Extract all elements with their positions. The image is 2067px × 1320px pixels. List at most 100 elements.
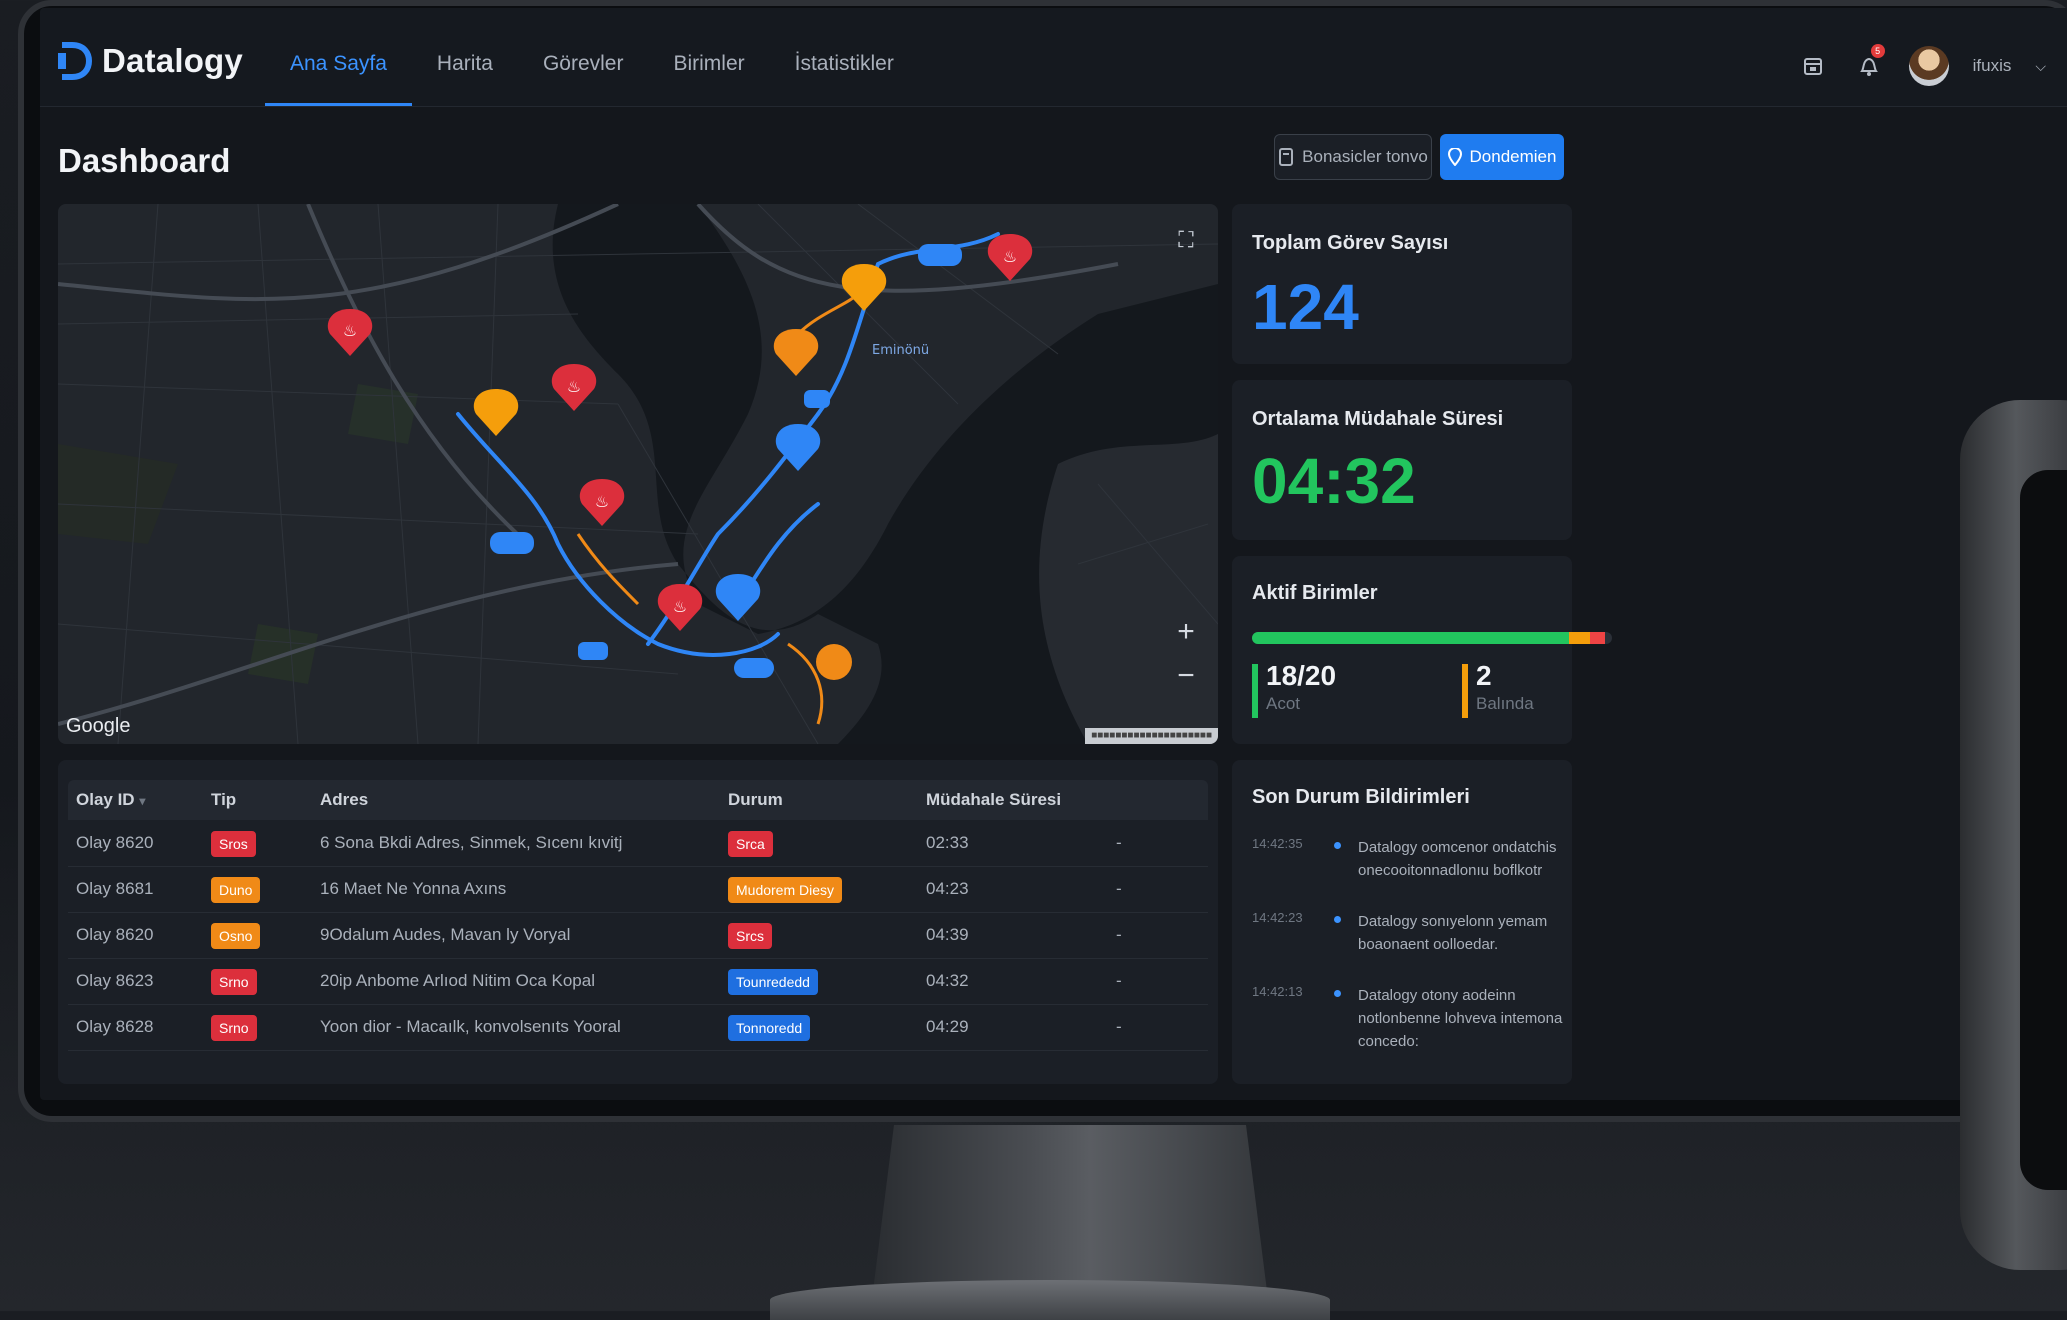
chevron-down-icon[interactable]: ⌵: [2035, 58, 2046, 75]
incident-status: Srcs: [728, 912, 772, 958]
busy-units-sublabel: Balında: [1476, 694, 1534, 713]
document-icon: [1279, 148, 1294, 166]
header-actions: 5 ifuxis ⌵: [1797, 44, 2067, 86]
units-offline-segment: [1590, 632, 1605, 644]
sort-icon: ▾: [139, 794, 146, 808]
busy-indicator: [1462, 664, 1468, 718]
notification-item[interactable]: 14:42:13 Datalogy otony aodeinn notlonbe…: [1252, 984, 1572, 1064]
type-badge: Osno: [211, 922, 261, 949]
status-badge: Tounrededd: [728, 968, 818, 995]
calendar-icon[interactable]: [1797, 50, 1829, 82]
notification-time: 14:42:13: [1252, 984, 1303, 999]
table-row[interactable]: Olay 8681 Duno 16 Maet Ne Yonna Axıns Mudor…: [68, 866, 1208, 913]
incident-address: 6 Sona Bkdi Adres, Sinmek, Sıcenı kıvitj: [320, 833, 623, 852]
col-type[interactable]: Tip: [211, 780, 236, 820]
incident-status: Srca: [728, 820, 773, 866]
type-badge: Duno: [211, 876, 261, 903]
location-pin-icon: [1447, 148, 1462, 166]
unit-vehicle-marker: [918, 244, 962, 266]
nav-item-home[interactable]: Ana Sayfa: [265, 8, 412, 106]
unit-vehicle-marker: [804, 390, 830, 408]
secondary-action-label: Bonasicler tonvo: [1302, 147, 1428, 166]
active-units-sublabel: Acot: [1266, 694, 1301, 713]
brand-logo[interactable]: Datalogy: [58, 42, 243, 80]
avg-response-label: Ortalama Müdahale Süresi: [1252, 408, 1504, 430]
table-row[interactable]: Olay 8620 Osno 9Odalum Audes, Mavan ly Vor…: [68, 912, 1208, 959]
unit-vehicle-marker: [490, 532, 534, 554]
table-header: Olay ID ▾ Tip Adres Durum Müdahale Süres…: [68, 780, 1208, 820]
active-units-label: Aktif Birimler: [1252, 582, 1378, 604]
brand-name: Datalogy: [102, 42, 243, 79]
col-address[interactable]: Adres: [320, 780, 368, 820]
status-notifications-card: Son Durum Bildirimleri 14:42:35 Datalogy…: [1232, 760, 1572, 1084]
units-progress-bar: [1252, 632, 1612, 644]
unit-vehicle-marker: [578, 642, 608, 660]
main-nav: Ana Sayfa Harita Görevler Birimler İstat…: [265, 8, 919, 106]
nav-item-statistics[interactable]: İstatistikler: [770, 8, 919, 106]
nav-item-units[interactable]: Birimler: [648, 8, 769, 106]
notification-item[interactable]: 14:42:23 Datalogy sonıyelonn yemam boaon…: [1252, 910, 1572, 970]
row-extra: -: [1116, 879, 1122, 898]
district-label: Eminönü: [872, 343, 929, 358]
primary-action-button[interactable]: Dondemien: [1440, 134, 1564, 180]
row-extra: -: [1116, 1017, 1122, 1036]
incident-address: Yoon dior - Macaılk, konvolsenıts Yooral: [320, 1017, 621, 1036]
nav-item-map[interactable]: Harita: [412, 8, 518, 106]
zoom-in-button[interactable]: +: [1168, 612, 1204, 652]
table-row[interactable]: Olay 8628 Srno Yoon dior - Macaılk, konvol…: [68, 1004, 1208, 1051]
handheld-device-screen: [2020, 470, 2067, 1190]
col-status[interactable]: Durum: [728, 780, 783, 820]
unit-vehicle-marker: [734, 658, 774, 678]
nav-item-tasks[interactable]: Görevler: [518, 8, 649, 106]
incident-type: Srno: [211, 1004, 257, 1050]
dashboard-screen: Datalogy Ana Sayfa Harita Görevler Birim…: [40, 8, 2067, 1100]
map-attribution[interactable]: ■■■■■■■■■■■■■■■■■■■■: [1085, 728, 1218, 744]
notification-dot-icon: [1334, 842, 1341, 849]
monitor-stand-base: [770, 1280, 1330, 1320]
table-row[interactable]: Olay 8623 Srno 20ip Anbome Arlıod Nitim Oc…: [68, 958, 1208, 1005]
table-row[interactable]: Olay 8620 Sros 6 Sona Bkdi Adres, Sinmek, …: [68, 820, 1208, 867]
notification-dot-icon: [1334, 990, 1341, 997]
available-indicator: [1252, 664, 1258, 718]
active-units-card: Aktif Birimler 18/20 Acot 2 Balında: [1232, 556, 1612, 744]
map-canvas: ♨ ♨ ♨ ♨ ♨ Eminönü: [58, 204, 1218, 744]
user-name[interactable]: ifuxis: [1973, 56, 2012, 76]
datalogy-logo-icon: [58, 42, 92, 80]
svg-text:♨: ♨: [1003, 247, 1017, 266]
col-incident-id[interactable]: Olay ID ▾: [76, 780, 145, 821]
notification-count-badge: 5: [1870, 44, 1885, 58]
avg-response-value: 04:32: [1252, 445, 1416, 517]
status-badge: Mudorem Diesy: [728, 876, 843, 903]
user-avatar[interactable]: [1908, 46, 1949, 86]
notification-bell-icon[interactable]: 5: [1853, 44, 1885, 82]
units-busy-segment: [1568, 632, 1591, 644]
incident-status: Tounrededd: [728, 958, 818, 1004]
response-time: 04:32: [926, 971, 969, 990]
incident-map[interactable]: ♨ ♨ ♨ ♨ ♨ Eminönü ⛶ + − Google ■■■■■■■■■…: [58, 204, 1218, 744]
notification-item[interactable]: 14:42:35 Datalogy oomcenor ondatchis one…: [1252, 836, 1572, 896]
notification-text: Datalogy oomcenor ondatchis onecooitonna…: [1358, 839, 1557, 879]
status-badge: Srcs: [728, 922, 772, 949]
row-extra: -: [1116, 833, 1122, 852]
hazard-incident-marker: [816, 644, 852, 680]
incident-id: Olay 8620: [76, 833, 154, 852]
type-badge: Sros: [211, 830, 256, 857]
row-extra: -: [1116, 925, 1122, 944]
secondary-action-button[interactable]: Bonasicler tonvo: [1274, 134, 1432, 180]
svg-text:♨: ♨: [595, 492, 609, 511]
col-response-time[interactable]: Müdahale Süresi: [926, 780, 1061, 820]
page-title: Dashboard: [58, 142, 231, 179]
svg-text:♨: ♨: [673, 597, 687, 616]
response-time: 04:29: [926, 1017, 969, 1036]
busy-units-value: 2: [1476, 660, 1492, 691]
zoom-out-button[interactable]: −: [1168, 656, 1204, 696]
incident-address: 20ip Anbome Arlıod Nitim Oca Kopal: [320, 971, 595, 990]
incident-id: Olay 8623: [76, 971, 154, 990]
fullscreen-icon[interactable]: ⛶: [1170, 224, 1202, 256]
notification-dot-icon: [1334, 916, 1341, 923]
total-tasks-label: Toplam Görev Sayısı: [1252, 232, 1449, 254]
type-badge: Srno: [211, 1014, 257, 1041]
total-tasks-card: Toplam Görev Sayısı 124: [1232, 204, 1572, 364]
notification-time: 14:42:23: [1252, 910, 1303, 925]
incident-type: Duno: [211, 866, 261, 912]
